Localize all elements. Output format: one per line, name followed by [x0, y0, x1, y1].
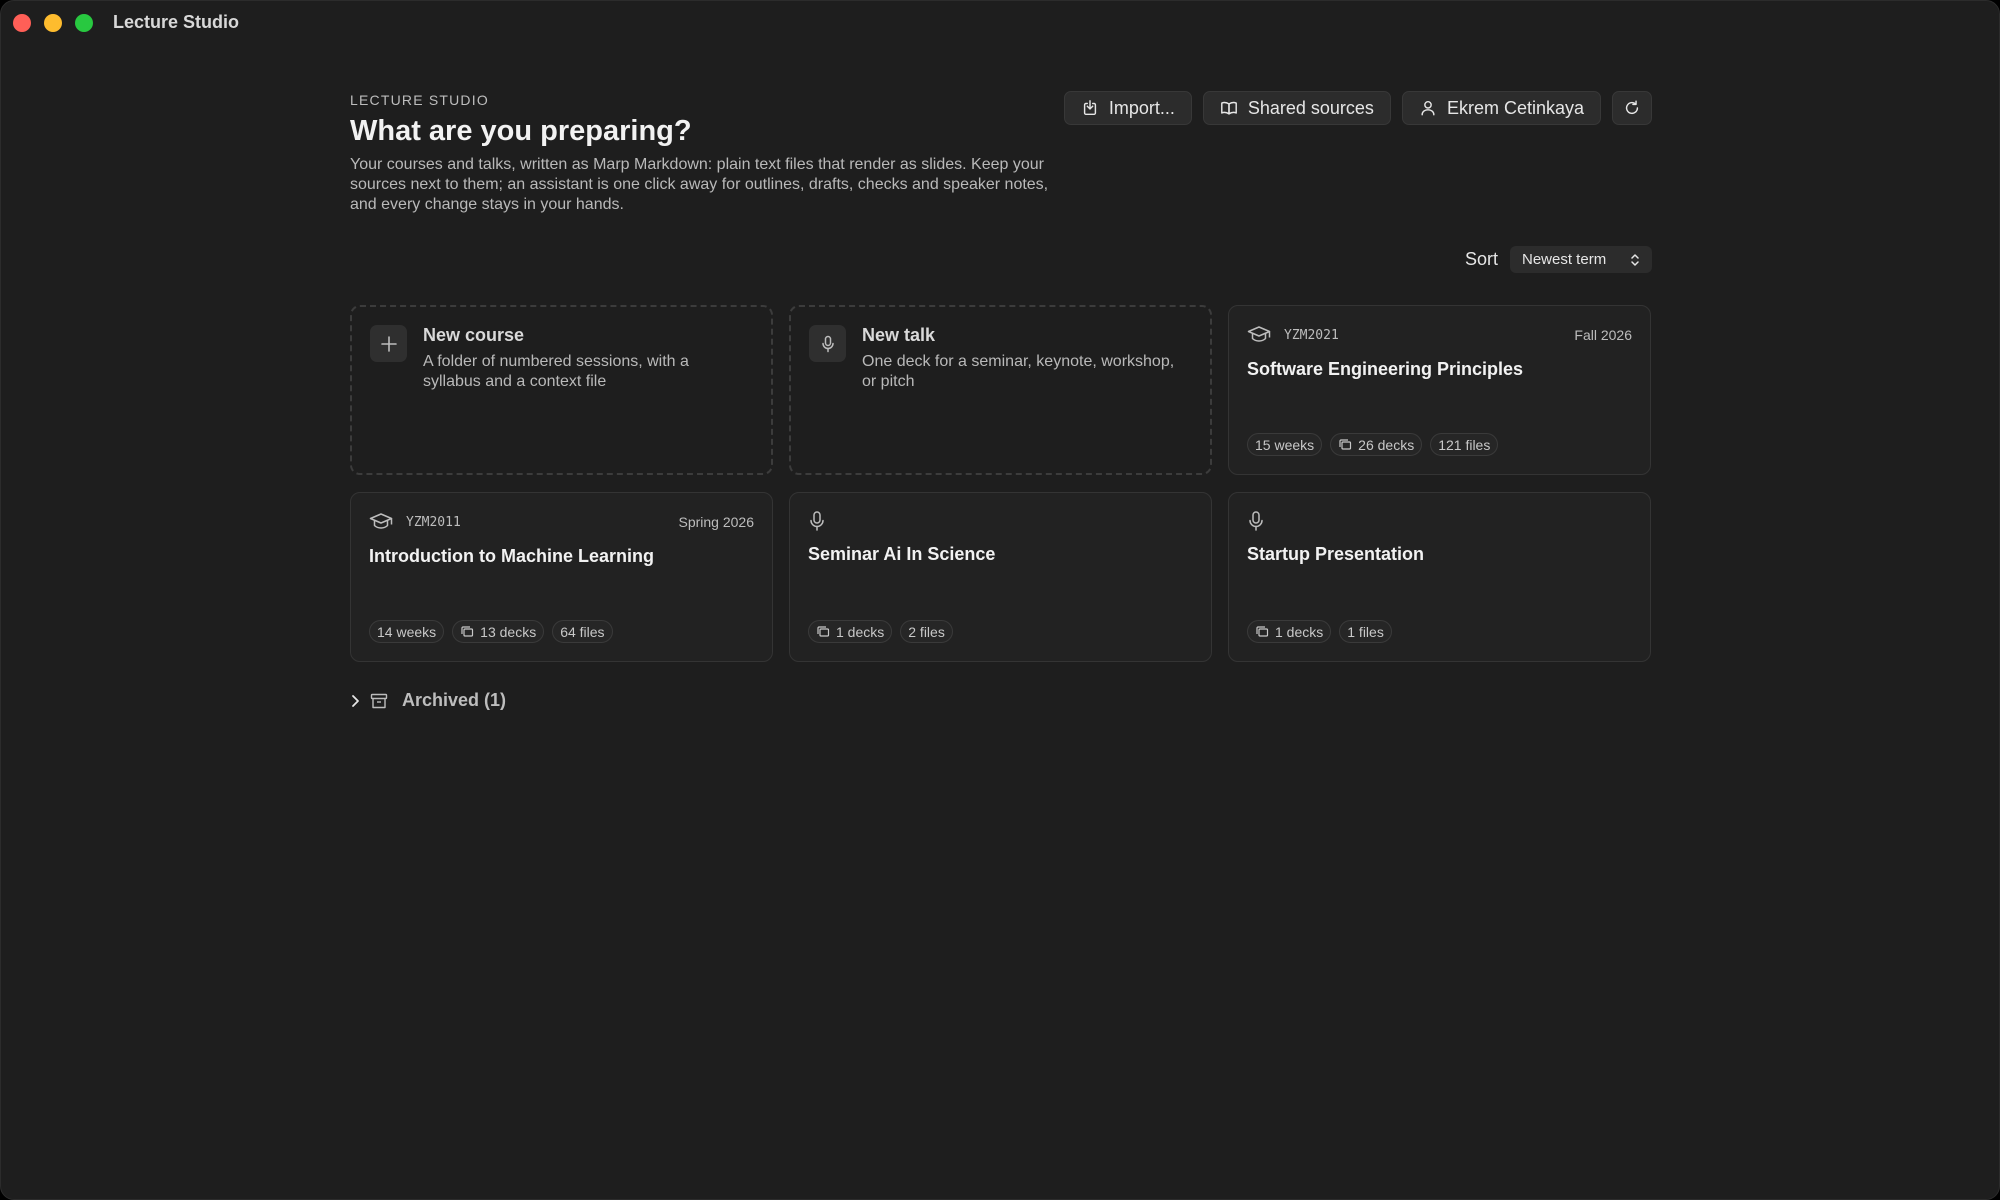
projects-grid: New course A folder of numbered sessions…: [350, 305, 1652, 662]
sort-selected-value: Newest term: [1522, 251, 1607, 268]
page-title: What are you preparing?: [350, 115, 692, 147]
weeks-count: 15 weeks: [1255, 436, 1315, 453]
shared-sources-button-label: Shared sources: [1247, 97, 1374, 118]
refresh-button[interactable]: [1612, 91, 1652, 125]
plus-icon: [370, 325, 407, 362]
chevron-up-down-icon: [1631, 253, 1639, 266]
new-talk-title: New talk: [862, 325, 936, 345]
decks-count: 13 decks: [480, 623, 537, 640]
decks-chip: 1 decks: [808, 620, 893, 643]
course-card[interactable]: YZM2011 Spring 2026 Introduction to Mach…: [350, 492, 773, 662]
course-stats: 15 weeks 26 decks 121 files: [1247, 433, 1499, 456]
files-count: 2 files: [908, 623, 945, 640]
course-title: Introduction to Machine Learning: [369, 546, 654, 566]
decks-chip: 1 decks: [1247, 620, 1332, 643]
sort-control: Sort Newest term: [1465, 246, 1652, 273]
files-count: 1 files: [1347, 623, 1384, 640]
files-chip: 64 files: [552, 620, 613, 643]
title-bar: Lecture Studio: [1, 1, 1999, 45]
weeks-chip: 14 weeks: [369, 620, 445, 643]
course-code: YZM2021: [1284, 328, 1339, 343]
talk-title: Seminar Ai In Science: [808, 544, 996, 564]
archived-section-toggle[interactable]: Archived (1): [350, 690, 506, 711]
user-account-button[interactable]: Ekrem Cetinkaya: [1401, 91, 1601, 125]
graduation-cap-icon: [369, 513, 393, 529]
decks-count: 1 decks: [836, 623, 885, 640]
course-term: Spring 2026: [678, 514, 754, 530]
decks-icon: [1256, 625, 1269, 637]
app-window: Lecture Studio LECTURE STUDIO What are y…: [0, 0, 2000, 1200]
decks-chip: 13 decks: [452, 620, 545, 643]
talk-title: Startup Presentation: [1247, 544, 1425, 564]
microphone-icon: [1249, 511, 1263, 531]
shared-sources-button[interactable]: Shared sources: [1202, 91, 1391, 125]
sort-select[interactable]: Newest term: [1510, 246, 1652, 273]
files-chip: 1 files: [1339, 620, 1392, 643]
new-talk-card[interactable]: New talk One deck for a seminar, keynote…: [789, 305, 1212, 475]
archived-label: Archived (1): [402, 690, 507, 710]
course-term: Fall 2026: [1574, 327, 1632, 343]
talk-stats: 1 decks 1 files: [1247, 620, 1392, 643]
course-stats: 14 weeks 13 decks 64 files: [369, 620, 613, 643]
microphone-icon: [809, 325, 846, 362]
window-title: Lecture Studio: [113, 12, 240, 32]
microphone-icon: [810, 511, 824, 531]
chevron-right-icon: [352, 694, 359, 707]
import-button-label: Import...: [1108, 97, 1175, 118]
weeks-chip: 15 weeks: [1247, 433, 1323, 456]
files-count: 121 files: [1438, 436, 1491, 453]
book-open-icon: [1220, 101, 1237, 115]
decks-count: 1 decks: [1275, 623, 1324, 640]
files-chip: 121 files: [1430, 433, 1499, 456]
refresh-icon: [1625, 100, 1639, 115]
app-eyebrow: LECTURE STUDIO: [350, 92, 489, 108]
new-course-card[interactable]: New course A folder of numbered sessions…: [350, 305, 773, 475]
talk-card[interactable]: Seminar Ai In Science 1 decks 2 files: [789, 492, 1212, 662]
import-button[interactable]: Import...: [1063, 91, 1192, 125]
decks-icon: [461, 625, 474, 637]
new-talk-description: One deck for a seminar, keynote, worksho…: [862, 353, 1175, 390]
decks-chip: 26 decks: [1330, 433, 1423, 456]
talk-stats: 1 decks 2 files: [808, 620, 953, 643]
course-code: YZM2011: [406, 515, 461, 530]
import-icon: [1083, 100, 1096, 116]
talk-card[interactable]: Startup Presentation 1 decks 1 files: [1228, 492, 1651, 662]
files-count: 64 files: [560, 623, 605, 640]
course-card[interactable]: YZM2021 Fall 2026 Software Engineering P…: [1228, 305, 1651, 475]
new-course-title: New course: [423, 325, 525, 345]
graduation-cap-icon: [1247, 326, 1271, 342]
files-chip: 2 files: [900, 620, 953, 643]
user-account-label: Ekrem Cetinkaya: [1446, 97, 1584, 118]
sort-label: Sort: [1464, 249, 1498, 269]
decks-icon: [1339, 438, 1352, 450]
close-window-button[interactable]: [13, 14, 31, 32]
decks-icon: [817, 625, 830, 637]
course-title: Software Engineering Principles: [1247, 359, 1524, 379]
minimize-window-button[interactable]: [44, 14, 62, 32]
archive-box-icon: [370, 693, 388, 708]
page-description: Your courses and talks, written as Marp …: [350, 156, 1049, 213]
decks-count: 26 decks: [1358, 436, 1415, 453]
new-course-description: A folder of numbered sessions, with a sy…: [423, 353, 689, 390]
zoom-window-button[interactable]: [75, 14, 93, 32]
weeks-count: 14 weeks: [377, 623, 437, 640]
toolbar: Import... Shared sources Ekrem Cetinkaya: [1063, 91, 1652, 125]
user-icon: [1421, 100, 1435, 116]
